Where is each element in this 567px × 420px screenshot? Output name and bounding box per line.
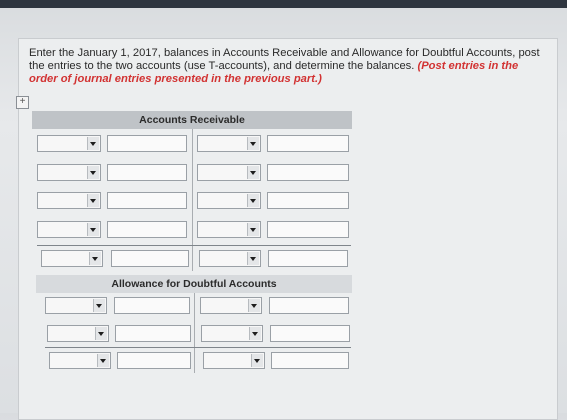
chevron-down-icon bbox=[249, 327, 261, 340]
window-top-strip bbox=[0, 0, 567, 8]
chevron-down-icon bbox=[87, 166, 99, 179]
chevron-down-icon bbox=[251, 354, 263, 367]
allow-right-amount-balance[interactable] bbox=[271, 352, 349, 369]
chevron-down-icon bbox=[247, 252, 259, 265]
ar-left-amount-2[interactable] bbox=[107, 164, 187, 181]
allow-left-select-2[interactable] bbox=[47, 325, 109, 342]
allow-right-select-balance[interactable] bbox=[203, 352, 265, 369]
accounts-receivable-title: Accounts Receivable bbox=[139, 114, 245, 126]
ar-right-select-1[interactable] bbox=[197, 135, 261, 152]
ar-left-amount-balance[interactable] bbox=[111, 250, 189, 267]
instructions: Enter the January 1, 2017, balances in A… bbox=[29, 47, 544, 86]
chevron-down-icon bbox=[95, 327, 107, 340]
allow-right-amount-1[interactable] bbox=[269, 297, 349, 314]
ar-right-select-2[interactable] bbox=[197, 164, 261, 181]
allowance-title: Allowance for Doubtful Accounts bbox=[111, 278, 277, 290]
chevron-down-icon bbox=[247, 223, 259, 236]
ar-right-amount-balance[interactable] bbox=[268, 250, 348, 267]
ar-left-select-1[interactable] bbox=[37, 135, 101, 152]
chevron-down-icon bbox=[87, 194, 99, 207]
allow-left-amount-balance[interactable] bbox=[117, 352, 191, 369]
allowance-t-center-line bbox=[194, 293, 195, 373]
chevron-down-icon bbox=[247, 194, 259, 207]
chevron-down-icon bbox=[93, 299, 105, 312]
allow-right-amount-2[interactable] bbox=[270, 325, 350, 342]
allow-right-select-1[interactable] bbox=[200, 297, 262, 314]
ar-total-line bbox=[37, 245, 351, 246]
allowance-total-line bbox=[45, 347, 351, 348]
ar-right-select-3[interactable] bbox=[197, 192, 261, 209]
ar-left-amount-4[interactable] bbox=[107, 221, 187, 238]
allow-left-amount-2[interactable] bbox=[115, 325, 191, 342]
question-panel: Enter the January 1, 2017, balances in A… bbox=[16, 38, 558, 420]
ar-right-select-balance[interactable] bbox=[199, 250, 261, 267]
ar-left-amount-1[interactable] bbox=[107, 135, 187, 152]
ar-right-amount-3[interactable] bbox=[267, 192, 349, 209]
chevron-down-icon bbox=[87, 223, 99, 236]
chevron-down-icon bbox=[97, 354, 109, 367]
accounts-receivable-header: Accounts Receivable bbox=[32, 111, 352, 129]
chevron-down-icon bbox=[248, 299, 260, 312]
allowance-header: Allowance for Doubtful Accounts bbox=[36, 275, 352, 293]
ar-left-amount-3[interactable] bbox=[107, 192, 187, 209]
chevron-down-icon bbox=[247, 166, 259, 179]
ar-right-amount-2[interactable] bbox=[267, 164, 349, 181]
allow-left-select-balance[interactable] bbox=[49, 352, 111, 369]
ar-right-select-4[interactable] bbox=[197, 221, 261, 238]
chevron-down-icon bbox=[247, 137, 259, 150]
ar-t-center-line bbox=[192, 129, 193, 271]
ar-left-select-2[interactable] bbox=[37, 164, 101, 181]
chevron-down-icon bbox=[87, 137, 99, 150]
chevron-down-icon bbox=[89, 252, 101, 265]
ar-left-select-4[interactable] bbox=[37, 221, 101, 238]
allow-left-amount-1[interactable] bbox=[114, 297, 190, 314]
ar-left-select-balance[interactable] bbox=[41, 250, 103, 267]
ar-right-amount-4[interactable] bbox=[267, 221, 349, 238]
expand-plus-icon[interactable]: + bbox=[16, 96, 29, 109]
ar-right-amount-1[interactable] bbox=[267, 135, 349, 152]
allow-left-select-1[interactable] bbox=[45, 297, 107, 314]
allow-right-select-2[interactable] bbox=[201, 325, 263, 342]
ar-left-select-3[interactable] bbox=[37, 192, 101, 209]
